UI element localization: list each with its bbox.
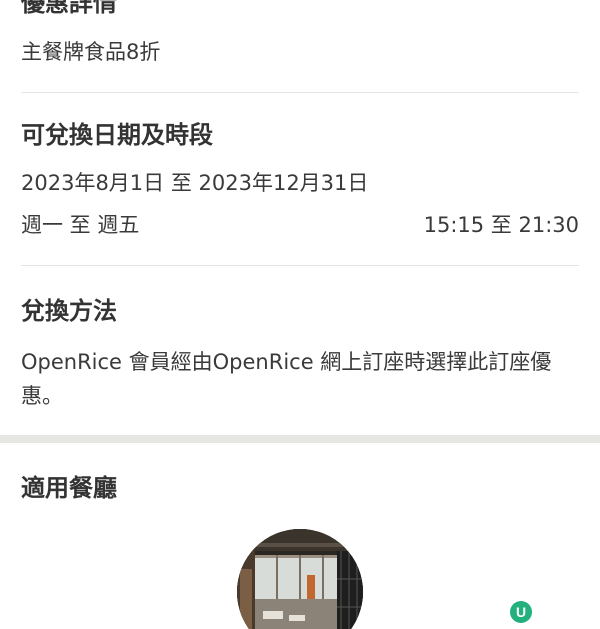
redeem-method-title: 兌換方法 — [21, 297, 117, 325]
offer-details-title: 優惠詳情 — [21, 0, 117, 17]
divider — [21, 265, 579, 266]
redeem-date-range: 2023年8月1日 至 2023年12月31日 — [21, 171, 369, 195]
applicable-restaurants-title: 適用餐廳 — [21, 474, 117, 502]
redeem-days: 週一 至 週五 — [21, 213, 140, 237]
divider — [21, 92, 579, 93]
offer-detail-page: 優惠詳情 主餐牌食品8折 可兌換日期及時段 2023年8月1日 至 2023年1… — [0, 0, 600, 629]
section-separator — [0, 435, 600, 443]
redeem-method-description: OpenRice 會員經由OpenRice 網上訂座時選擇此訂座優惠。 — [21, 350, 552, 408]
redeem-period-title: 可兌換日期及時段 — [21, 121, 213, 149]
brand-logo-icon: U — [510, 601, 532, 623]
redeem-time-range: 15:15 至 21:30 — [423, 213, 579, 237]
restaurant-photo[interactable] — [237, 529, 363, 629]
restaurant-interior-image — [237, 529, 363, 629]
offer-details-description: 主餐牌食品8折 — [21, 40, 161, 64]
